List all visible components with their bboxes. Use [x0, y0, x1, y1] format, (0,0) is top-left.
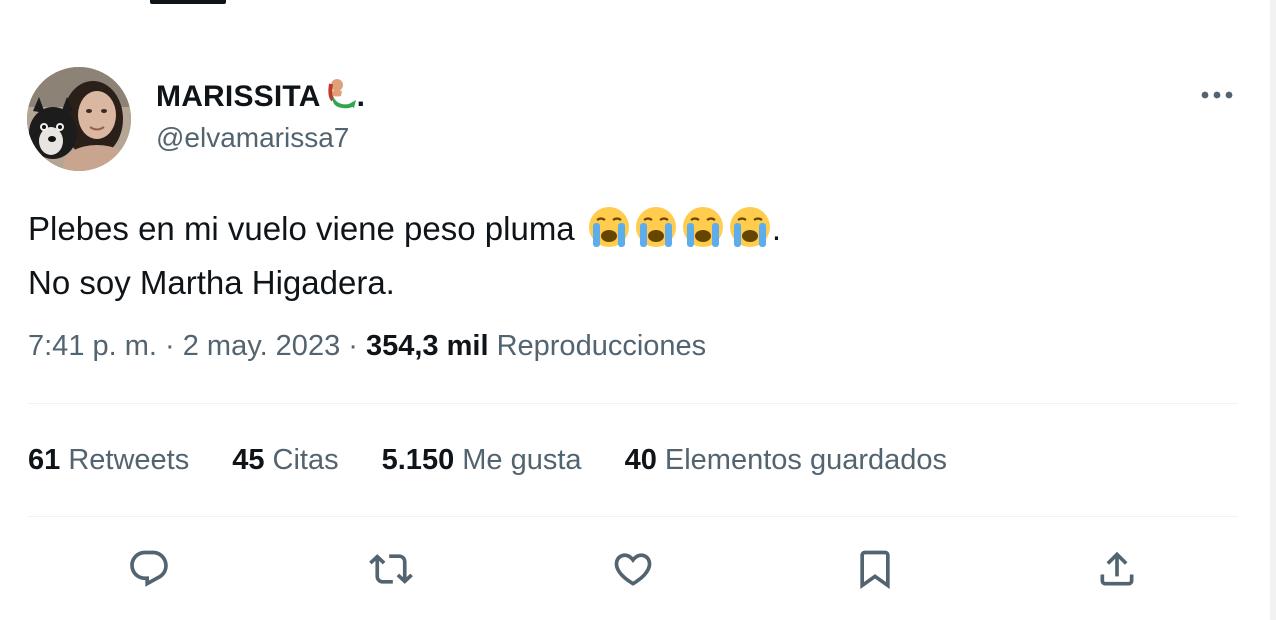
- bookmarks-label: Elementos guardados: [664, 444, 948, 476]
- tweet-line-1: Plebes en mi vuelo viene peso pluma .: [28, 205, 781, 260]
- tweet-line-2: No soy Martha Higadera.: [28, 264, 395, 301]
- retweets-stat[interactable]: 61 Retweets: [28, 441, 189, 479]
- quotes-stat[interactable]: 45 Citas: [232, 441, 338, 479]
- bookmark-icon: [853, 547, 897, 596]
- loudly-crying-face-icon: [634, 205, 678, 260]
- reply-icon: [127, 547, 171, 596]
- handle[interactable]: @elvamarissa7: [156, 121, 349, 155]
- tweet-text: Plebes en mi vuelo viene peso pluma . No…: [28, 205, 781, 305]
- meta-separator: ·: [156, 330, 183, 362]
- display-name-suffix: .: [356, 80, 366, 113]
- more-icon: [1200, 87, 1234, 105]
- share-button[interactable]: [1094, 548, 1140, 594]
- action-bar: [0, 548, 1276, 594]
- loudly-crying-face-icon: [728, 205, 772, 260]
- bookmarks-stat[interactable]: 40 Elementos guardados: [625, 441, 947, 479]
- retweet-icon: [369, 547, 413, 596]
- loudly-crying-face-icon: [587, 205, 631, 260]
- divider: [28, 516, 1238, 517]
- loudly-crying-face-icon: [681, 205, 725, 260]
- like-button[interactable]: [610, 548, 656, 594]
- views-label: Reproducciones: [496, 330, 707, 362]
- tweet-line-1-text: Plebes en mi vuelo viene peso pluma: [28, 210, 575, 247]
- share-icon: [1095, 547, 1139, 596]
- quotes-count: 45: [232, 444, 265, 476]
- bookmarks-count: 40: [624, 444, 657, 476]
- tweet-page: MARISSITA . @elvamarissa7 Plebes en mi v…: [0, 0, 1276, 620]
- bookmark-button[interactable]: [852, 548, 898, 594]
- tweet-time[interactable]: 7:41 p. m.: [28, 330, 157, 362]
- display-name[interactable]: MARISSITA .: [156, 78, 365, 119]
- divider: [28, 403, 1238, 404]
- reply-button[interactable]: [126, 548, 172, 594]
- likes-label: Me gusta: [462, 444, 582, 476]
- tweet-date[interactable]: 2 may. 2023: [183, 330, 340, 362]
- tweet-line-1-end: .: [771, 210, 782, 247]
- quotes-label: Citas: [272, 444, 339, 476]
- heart-icon: [611, 547, 655, 596]
- scrollbar-track[interactable]: [1270, 0, 1276, 620]
- engagement-stats: 61 Retweets 45 Citas 5.150 Me gusta 40 E…: [28, 441, 990, 479]
- retweet-button[interactable]: [368, 548, 414, 594]
- display-name-text: MARISSITA: [156, 80, 321, 113]
- cropped-header-text: [150, 0, 226, 4]
- views-count: 354,3 mil: [365, 330, 489, 362]
- retweets-label: Retweets: [68, 444, 190, 476]
- retweets-count: 61: [28, 444, 61, 476]
- avatar[interactable]: [27, 67, 131, 171]
- tweet-meta: 7:41 p. m. · 2 may. 2023 · 354,3 mil Rep…: [28, 327, 706, 365]
- likes-stat[interactable]: 5.150 Me gusta: [382, 441, 582, 479]
- meta-separator: ·: [340, 330, 366, 362]
- more-button[interactable]: [1196, 80, 1238, 112]
- mermaid-icon: [323, 78, 357, 119]
- likes-count: 5.150: [381, 444, 455, 476]
